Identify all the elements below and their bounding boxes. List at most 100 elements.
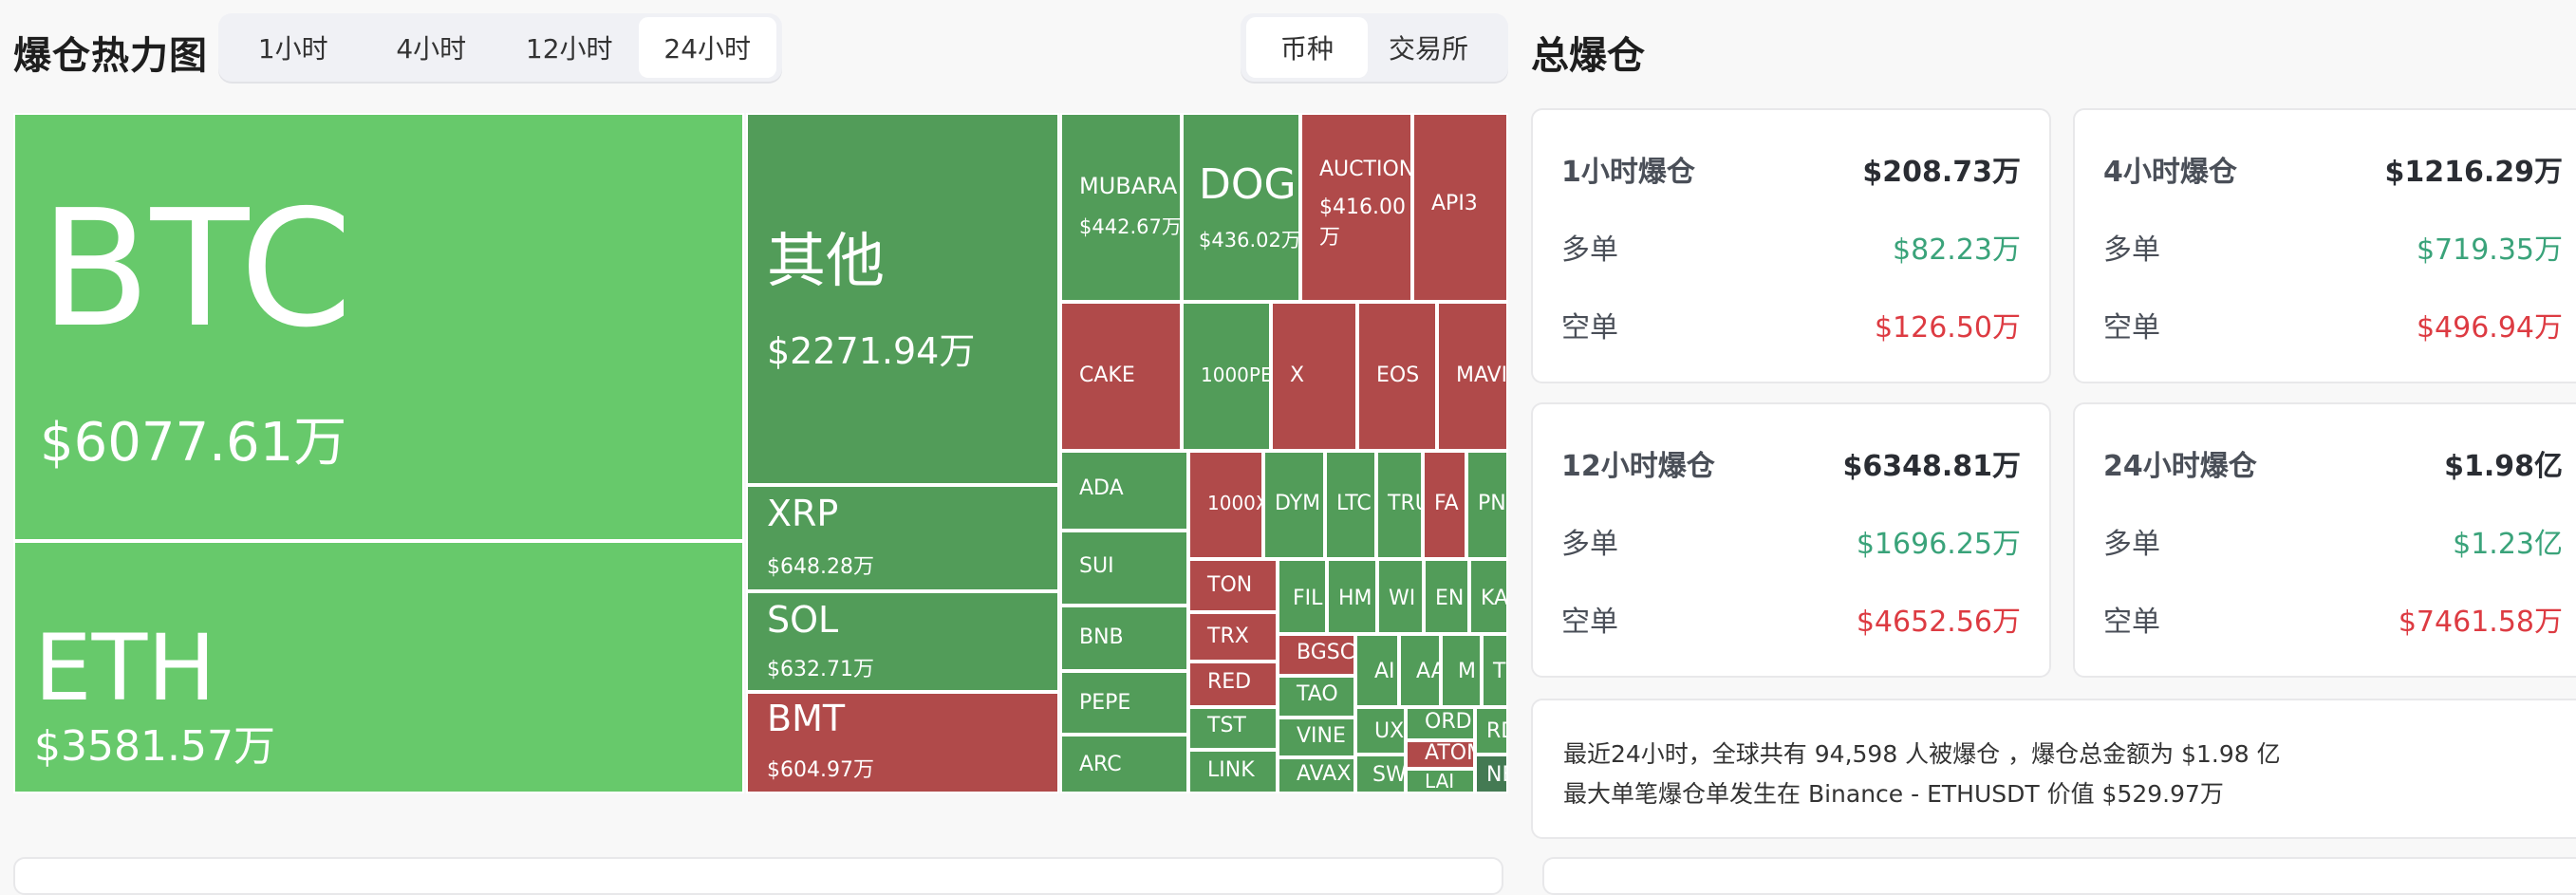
treemap-tile-auction[interactable]: AUCTION $416.00万 [1300, 113, 1412, 302]
tab-exchange[interactable]: 交易所 [1368, 17, 1489, 78]
treemap-tile-ne[interactable]: NE [1475, 755, 1508, 793]
treemap-tile-doge[interactable]: DOGE $436.02万 [1182, 113, 1300, 302]
long-value: $1696.25万 [1856, 528, 2021, 561]
treemap-tile-sol[interactable]: SOL $632.71万 [746, 591, 1059, 692]
treemap-tile-trump[interactable]: TRUMP [1376, 451, 1423, 559]
tile-symbol: TRX [1207, 625, 1249, 648]
short-value: $4652.56万 [1856, 606, 2021, 639]
treemap-tile-btc[interactable]: BTC $6077.61万 [13, 113, 744, 541]
treemap-tile-bnb[interactable]: BNB [1060, 606, 1188, 671]
treemap-tile-lai[interactable]: LAI [1406, 769, 1475, 793]
treemap-tile-wi[interactable]: WI [1377, 559, 1424, 634]
treemap-tile-sui[interactable]: SUI [1060, 531, 1188, 606]
treemap-tile-avax[interactable]: AVAX [1278, 757, 1355, 793]
treemap-tile-ton[interactable]: TON [1188, 559, 1278, 612]
treemap-tile-ltc[interactable]: LTC [1325, 451, 1376, 559]
treemap-tile-eos[interactable]: EOS [1357, 302, 1437, 451]
treemap-tile-ti[interactable]: TI [1482, 634, 1508, 707]
treemap-tile-trx[interactable]: TRX [1188, 612, 1278, 662]
treemap-tile-vine[interactable]: VINE [1278, 718, 1355, 757]
card-title: 4小时爆仓 [2103, 156, 2237, 189]
tab-1h[interactable]: 1小时 [224, 17, 363, 78]
tile-symbol: XRP [767, 493, 839, 534]
treemap-tile-xrp[interactable]: XRP $648.28万 [746, 485, 1059, 591]
tile-symbol: HM [1338, 587, 1372, 610]
liquidation-heatmap: BTC $6077.61万 ETH $3581.57万 其他 $2271.94万 XRP $6… [13, 113, 1508, 793]
card-total: $208.73万 [1862, 156, 2021, 189]
treemap-tile-cake[interactable]: CAKE [1060, 302, 1182, 451]
treemap-tile-fa[interactable]: FA [1423, 451, 1466, 559]
tile-symbol: FIL [1293, 587, 1323, 610]
tile-symbol: LINK [1207, 758, 1255, 782]
tile-value: $648.28万 [767, 555, 874, 579]
treemap-tile-rd[interactable]: RD [1475, 707, 1508, 755]
tile-symbol: DYM [1275, 492, 1321, 515]
treemap-tile-1000pepe[interactable]: 1000PEPE [1182, 302, 1271, 451]
tile-symbol: KA [1481, 587, 1508, 610]
treemap-tile-x[interactable]: X [1271, 302, 1357, 451]
treemap-tile-mavia[interactable]: MAVIA [1437, 302, 1508, 451]
treemap-tile-pepe[interactable]: PEPE [1060, 671, 1188, 735]
treemap-tile-en[interactable]: EN [1424, 559, 1469, 634]
treemap-tile-ka[interactable]: KA [1469, 559, 1508, 634]
liquidation-info-card: 最近24小时，全球共有 94,598 人被爆仓 ，爆仓总金额为 $1.98 亿 … [1531, 699, 2576, 839]
tab-4h[interactable]: 4小时 [363, 17, 501, 78]
tile-symbol: BMT [767, 698, 846, 739]
group-by-tabs: 币种 交易所 [1241, 13, 1508, 82]
summary-card-12h: 12小时爆仓 $6348.81万 多单 $1696.25万 空单 $4652.56万 [1531, 402, 2051, 678]
treemap-tile-link[interactable]: LINK [1188, 750, 1278, 793]
short-label: 空单 [1561, 311, 1618, 345]
treemap-tile-其他[interactable]: 其他 $2271.94万 [746, 113, 1059, 485]
tab-24h[interactable]: 24小时 [638, 17, 776, 78]
long-label: 多单 [1561, 528, 1618, 561]
treemap-tile-ai[interactable]: AI [1355, 634, 1399, 707]
tile-symbol: RED [1207, 670, 1252, 694]
tile-value: $3581.57万 [34, 722, 275, 771]
long-value: $82.23万 [1893, 233, 2021, 267]
treemap-tile-mubara[interactable]: MUBARA $442.67万 [1060, 113, 1182, 302]
treemap-tile-sw[interactable]: SW [1355, 755, 1406, 793]
treemap-tile-fil[interactable]: FIL [1278, 559, 1327, 634]
tile-symbol: BNB [1079, 625, 1124, 649]
treemap-tile-m[interactable]: M [1441, 634, 1482, 707]
treemap-tile-aa[interactable]: AA [1399, 634, 1441, 707]
treemap-tile-eth[interactable]: ETH $3581.57万 [13, 541, 744, 793]
summary-card-1h: 1小时爆仓 $208.73万 多单 $82.23万 空单 $126.50万 [1531, 108, 2051, 383]
card-title: 12小时爆仓 [1561, 450, 1715, 483]
treemap-tile-bgsc[interactable]: BGSC [1278, 634, 1355, 676]
tile-symbol: PNUT [1478, 492, 1506, 515]
treemap-tile-ord[interactable]: ORD [1406, 707, 1475, 740]
tab-12h[interactable]: 12小时 [500, 17, 639, 78]
summary-card-4h: 4小时爆仓 $1216.29万 多单 $719.35万 空单 $496.94万 [2073, 108, 2576, 383]
tile-symbol: LTC [1336, 492, 1372, 515]
tile-symbol: 1000PEPE [1201, 364, 1271, 386]
tile-value: $604.97万 [767, 758, 874, 782]
tile-symbol: UX [1374, 719, 1405, 743]
card-title: 1小时爆仓 [1561, 156, 1695, 189]
treemap-tile-tao[interactable]: TAO [1278, 676, 1355, 718]
tile-symbol: SW [1372, 763, 1406, 787]
tile-symbol: TI [1493, 660, 1506, 683]
tile-symbol: MUBARA [1079, 173, 1178, 199]
treemap-tile-pnut[interactable]: PNUT [1466, 451, 1508, 559]
treemap-tile-ux[interactable]: UX [1355, 707, 1406, 755]
treemap-tile-atom[interactable]: ATOM [1406, 740, 1475, 769]
tile-symbol: NE [1486, 763, 1506, 787]
card-total: $1.98亿 [2444, 450, 2563, 483]
short-value: $126.50万 [1874, 311, 2021, 345]
treemap-tile-dym[interactable]: DYM [1263, 451, 1325, 559]
treemap-tile-1000x[interactable]: 1000X [1188, 451, 1263, 559]
tile-symbol: CAKE [1079, 364, 1135, 387]
treemap-tile-tst[interactable]: TST [1188, 707, 1278, 750]
tab-coin[interactable]: 币种 [1246, 17, 1368, 78]
short-value: $7461.58万 [2398, 606, 2563, 639]
treemap-tile-hm[interactable]: HM [1327, 559, 1377, 634]
treemap-tile-red[interactable]: RED [1188, 662, 1278, 707]
treemap-tile-arc[interactable]: ARC [1060, 735, 1188, 793]
treemap-tile-api3[interactable]: API3 [1412, 113, 1508, 302]
info-line-total: 最近24小时，全球共有 94,598 人被爆仓 ，爆仓总金额为 $1.98 亿 [1563, 740, 2281, 768]
treemap-tile-bmt[interactable]: BMT $604.97万 [746, 692, 1059, 793]
card-total: $6348.81万 [1842, 450, 2021, 483]
treemap-tile-ada[interactable]: ADA [1060, 451, 1188, 531]
summary-title: 总爆仓 [1531, 34, 1645, 78]
